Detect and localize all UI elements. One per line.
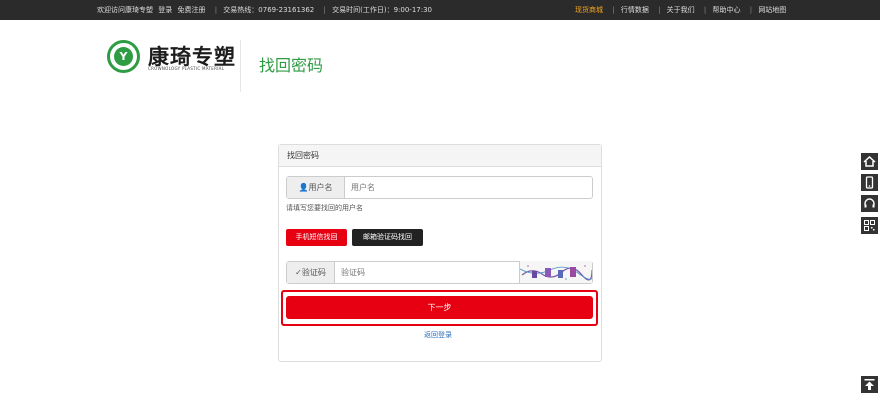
nav-help-center[interactable]: 帮助中心 (712, 6, 740, 14)
tab-sms-recovery[interactable]: 手机短信找回 (286, 229, 347, 246)
divider: | (214, 6, 218, 14)
mobile-icon[interactable] (861, 174, 878, 191)
top-nav: 现货商城 | 行情数据 | 关于我们 | 帮助中心 | 网站地图 (575, 0, 789, 20)
username-hint: 请填写您要找回的用户名 (286, 204, 363, 212)
hours-text: 交易时间(工作日)：9:00-17:30 (332, 6, 432, 14)
header-divider (240, 40, 241, 92)
username-input-group: 👤用户名 (286, 176, 593, 199)
captcha-addon: ✓验证码 (287, 262, 335, 283)
home-icon[interactable] (861, 153, 878, 170)
next-step-button[interactable]: 下一步 (286, 296, 593, 319)
welcome-text: 欢迎访问康琦专塑 (97, 6, 153, 14)
captcha-image[interactable] (519, 261, 592, 283)
user-icon: 👤 (298, 183, 309, 192)
back-to-login-link[interactable]: 返回登录 (424, 330, 452, 340)
logo-icon[interactable] (107, 40, 140, 73)
nav-about-us[interactable]: 关于我们 (667, 6, 695, 14)
brand-subtitle: CROWNOLOGY PLASTIC MATERIAL (148, 66, 225, 71)
back-to-top-icon[interactable] (861, 376, 878, 393)
nav-market-data[interactable]: 行情数据 (621, 6, 649, 14)
tab-email-recovery[interactable]: 邮箱验证码找回 (352, 229, 423, 246)
nav-site-map[interactable]: 网站地图 (758, 6, 786, 14)
top-bar: 欢迎访问康琦专塑 登录 免费注册 | 交易热线：0769-23161362 | … (0, 0, 880, 20)
divider: | (658, 6, 661, 14)
nav-spot-mall[interactable]: 现货商城 (575, 6, 603, 14)
hotline-text: 交易热线：0769-23161362 (223, 6, 315, 14)
divider: | (703, 6, 707, 14)
check-icon: ✓ (295, 268, 302, 277)
panel-heading: 找回密码 (279, 145, 601, 167)
username-label: 用户名 (308, 183, 333, 192)
captcha-label: 验证码 (301, 268, 326, 277)
divider: | (323, 6, 326, 14)
captcha-input[interactable] (335, 262, 519, 283)
top-bar-left: 欢迎访问康琦专塑 登录 免费注册 | 交易热线：0769-23161362 | … (97, 0, 435, 20)
login-link[interactable]: 登录 (158, 6, 172, 14)
divider: | (612, 6, 615, 14)
headset-icon[interactable] (861, 195, 878, 212)
register-link[interactable]: 免费注册 (177, 6, 205, 14)
divider: | (749, 6, 753, 14)
page-title: 找回密码 (259, 56, 324, 75)
qrcode-icon[interactable] (861, 217, 878, 234)
username-addon: 👤用户名 (287, 177, 345, 198)
username-input[interactable] (345, 177, 591, 198)
